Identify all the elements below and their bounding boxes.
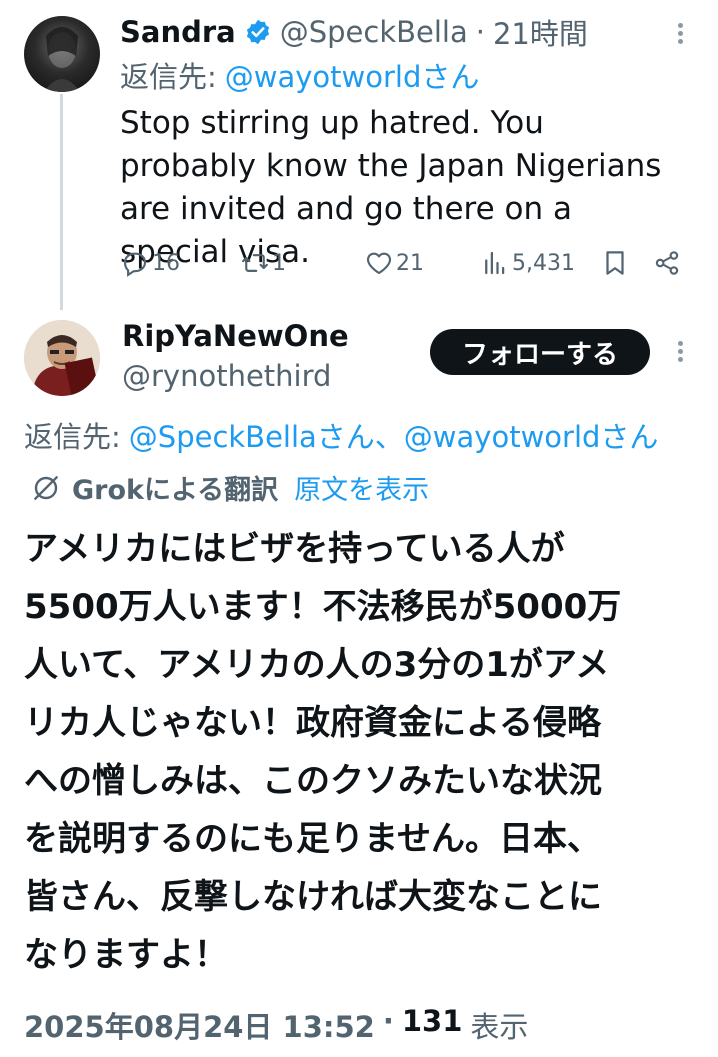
view-label: 表示: [470, 1010, 529, 1044]
more-options-icon[interactable]: [678, 338, 683, 365]
post-timestamp[interactable]: 2025年08月24日 13:52: [24, 1004, 375, 1046]
body-line: アメリカにはビザを持っている人が: [24, 529, 565, 569]
like-count: 21: [396, 250, 424, 276]
handle[interactable]: @SpeckBella: [280, 15, 468, 49]
post-meta: 2025年08月24日 13:52 · 131 表示: [24, 1004, 528, 1046]
translation-label: Grokによる翻訳: [72, 475, 279, 506]
avatar-image: [24, 320, 100, 396]
handle[interactable]: @rynothethird: [122, 356, 331, 396]
tweet-body: アメリカにはビザを持っている人が 5500万人います！不法移民が5000万 人い…: [24, 520, 714, 984]
separator-dot: ·: [475, 15, 485, 49]
views-button[interactable]: 5,431: [480, 248, 575, 278]
display-name[interactable]: RipYaNewOne: [122, 316, 349, 356]
body-line: への憎しみは、このクソみたいな状況: [24, 761, 602, 801]
reply-icon: [123, 252, 147, 277]
verified-badge-icon: [244, 18, 272, 46]
grok-icon: [34, 475, 58, 500]
post-time[interactable]: 21時間: [493, 11, 588, 53]
reply-button[interactable]: 16: [120, 248, 180, 278]
bookmark-button[interactable]: [600, 248, 630, 278]
avatar-image: [44, 27, 80, 92]
reply-to-link[interactable]: @wayotworldさん: [225, 54, 480, 96]
reply-to-link[interactable]: @SpeckBellaさん、@wayotworldさん: [129, 414, 659, 456]
action-bar: 16 1 21 5,431: [120, 244, 690, 284]
avatar-sandra[interactable]: [24, 16, 100, 92]
heart-icon: [366, 252, 392, 275]
bookmark-icon: [606, 251, 624, 275]
body-line: なりますよ！: [24, 935, 228, 975]
reply-label: 返信先:: [120, 60, 217, 94]
reply-to-line: 返信先: @SpeckBellaさん、@wayotworldさん: [24, 414, 658, 456]
body-line: 人いて、アメリカの人の3分の1がアメ: [24, 645, 610, 685]
reply-label: 返信先:: [24, 420, 121, 454]
share-button[interactable]: [652, 248, 682, 278]
repost-button[interactable]: 1: [240, 248, 286, 278]
translation-line: Grokによる翻訳 原文を表示: [30, 468, 429, 507]
body-line: 5500万人います！不法移民が5000万: [24, 587, 622, 627]
tweet1-header: Sandra @SpeckBella · 21時間: [120, 10, 588, 54]
separator-dot: ·: [382, 1004, 394, 1038]
like-button[interactable]: 21: [364, 248, 424, 278]
view-count: 5,431: [512, 250, 575, 276]
body-line: リカ人じゃない！政府資金による侵略: [24, 703, 601, 743]
avatar-ripyanewone[interactable]: [24, 320, 100, 396]
body-line: 皆さん、反撃しなければ大変なことに: [24, 877, 602, 917]
repost-icon: [242, 254, 268, 272]
reply-to-line: 返信先: @wayotworldさん: [120, 54, 479, 96]
body-line: を説明するのにも足りません。日本、: [24, 819, 601, 859]
reply-count: 16: [152, 250, 180, 276]
follow-button[interactable]: フォローする: [430, 329, 650, 375]
thread-connector-line: [60, 94, 63, 310]
views-chart-icon: [485, 251, 505, 275]
share-icon: [655, 251, 679, 275]
show-original-link[interactable]: 原文を表示: [294, 468, 429, 507]
repost-count: 1: [272, 250, 286, 276]
view-count: 131: [401, 1004, 463, 1038]
display-name[interactable]: Sandra: [120, 15, 236, 49]
more-options-icon[interactable]: [678, 20, 683, 47]
